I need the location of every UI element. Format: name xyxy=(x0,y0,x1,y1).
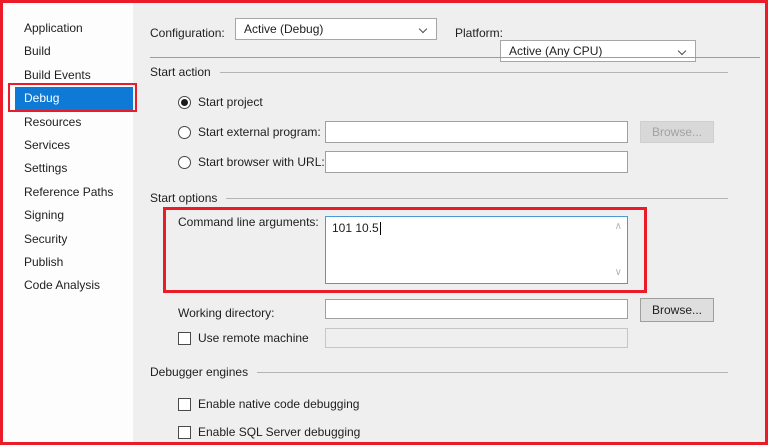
start-external-input[interactable] xyxy=(325,121,628,143)
platform-label: Platform: xyxy=(455,26,504,40)
sidebar-item-settings[interactable]: Settings xyxy=(3,157,133,180)
start-browser-radio[interactable] xyxy=(178,155,191,169)
start-project-row: Start project xyxy=(178,91,263,113)
sidebar-item-code-analysis[interactable]: Code Analysis xyxy=(3,274,133,297)
sql-debugging-row: Enable SQL Server debugging xyxy=(178,423,360,441)
sidebar-item-build-events[interactable]: Build Events xyxy=(3,64,133,87)
enable-native-code-debugging-label: Enable native code debugging xyxy=(198,397,360,411)
use-remote-machine-checkbox[interactable] xyxy=(178,331,191,345)
start-project-label: Start project xyxy=(198,95,263,109)
debug-settings-panel: Configuration: Active (Debug) Platform: … xyxy=(133,3,765,442)
sidebar-item-signing[interactable]: Signing xyxy=(3,204,133,227)
scroll-up-icon[interactable]: ∧ xyxy=(615,222,622,232)
working-directory-input[interactable] xyxy=(325,299,628,319)
section-divider xyxy=(219,71,728,73)
section-title: Start options xyxy=(150,191,218,205)
project-properties-page: Application Build Build Events Debug Res… xyxy=(0,0,768,445)
enable-sql-server-debugging-checkbox[interactable] xyxy=(178,425,191,439)
sidebar-item-publish[interactable]: Publish xyxy=(3,251,133,274)
toolbar-divider xyxy=(150,57,760,58)
start-external-radio[interactable] xyxy=(178,125,191,139)
properties-sidebar: Application Build Build Events Debug Res… xyxy=(3,3,143,442)
sidebar-item-debug[interactable]: Debug xyxy=(15,87,143,111)
start-browser-input[interactable] xyxy=(325,151,628,173)
start-project-radio[interactable] xyxy=(178,95,191,109)
native-debugging-row: Enable native code debugging xyxy=(178,395,359,413)
sidebar-item-application[interactable]: Application xyxy=(3,17,133,40)
remote-machine-row: Use remote machine xyxy=(178,328,309,348)
enable-native-code-debugging-checkbox[interactable] xyxy=(178,397,191,411)
sidebar-item-resources[interactable]: Resources xyxy=(3,111,133,134)
section-divider xyxy=(226,197,728,199)
configuration-value: Active (Debug) xyxy=(244,22,324,36)
section-title: Start action xyxy=(150,65,211,79)
enable-sql-server-debugging-label: Enable SQL Server debugging xyxy=(198,425,361,439)
sidebar-item-reference-paths[interactable]: Reference Paths xyxy=(3,181,133,204)
chevron-down-icon xyxy=(418,24,428,34)
sidebar-item-build[interactable]: Build xyxy=(3,40,133,63)
start-external-row: Start external program: xyxy=(178,121,321,143)
start-browser-label: Start browser with URL: xyxy=(198,155,325,169)
section-debugger-engines: Debugger engines xyxy=(150,365,728,379)
section-divider xyxy=(257,371,728,373)
sidebar-item-security[interactable]: Security xyxy=(3,228,133,251)
start-external-browse-button[interactable]: Browse... xyxy=(640,121,714,143)
section-title: Debugger engines xyxy=(150,365,249,379)
start-browser-row: Start browser with URL: xyxy=(178,151,325,173)
chevron-down-icon xyxy=(677,46,687,56)
configuration-dropdown[interactable]: Active (Debug) xyxy=(235,18,437,40)
command-line-value: 101 10.5 xyxy=(332,221,379,235)
configuration-label: Configuration: xyxy=(150,26,225,40)
sidebar-item-label: Debug xyxy=(24,91,60,106)
command-line-label: Command line arguments: xyxy=(178,215,319,229)
text-caret xyxy=(379,222,381,235)
remote-machine-input[interactable] xyxy=(325,328,628,348)
working-directory-label: Working directory: xyxy=(178,306,275,320)
sidebar-item-services[interactable]: Services xyxy=(3,134,133,157)
platform-dropdown[interactable]: Active (Any CPU) xyxy=(500,40,696,62)
working-directory-browse-button[interactable]: Browse... xyxy=(640,298,714,322)
command-line-textarea[interactable]: 101 10.5 ∧ ∨ xyxy=(325,216,628,284)
scroll-down-icon[interactable]: ∨ xyxy=(615,268,622,278)
platform-value: Active (Any CPU) xyxy=(509,44,603,58)
section-start-action: Start action xyxy=(150,65,728,79)
section-start-options: Start options xyxy=(150,191,728,205)
use-remote-machine-label: Use remote machine xyxy=(198,331,309,345)
start-external-label: Start external program: xyxy=(198,125,321,139)
